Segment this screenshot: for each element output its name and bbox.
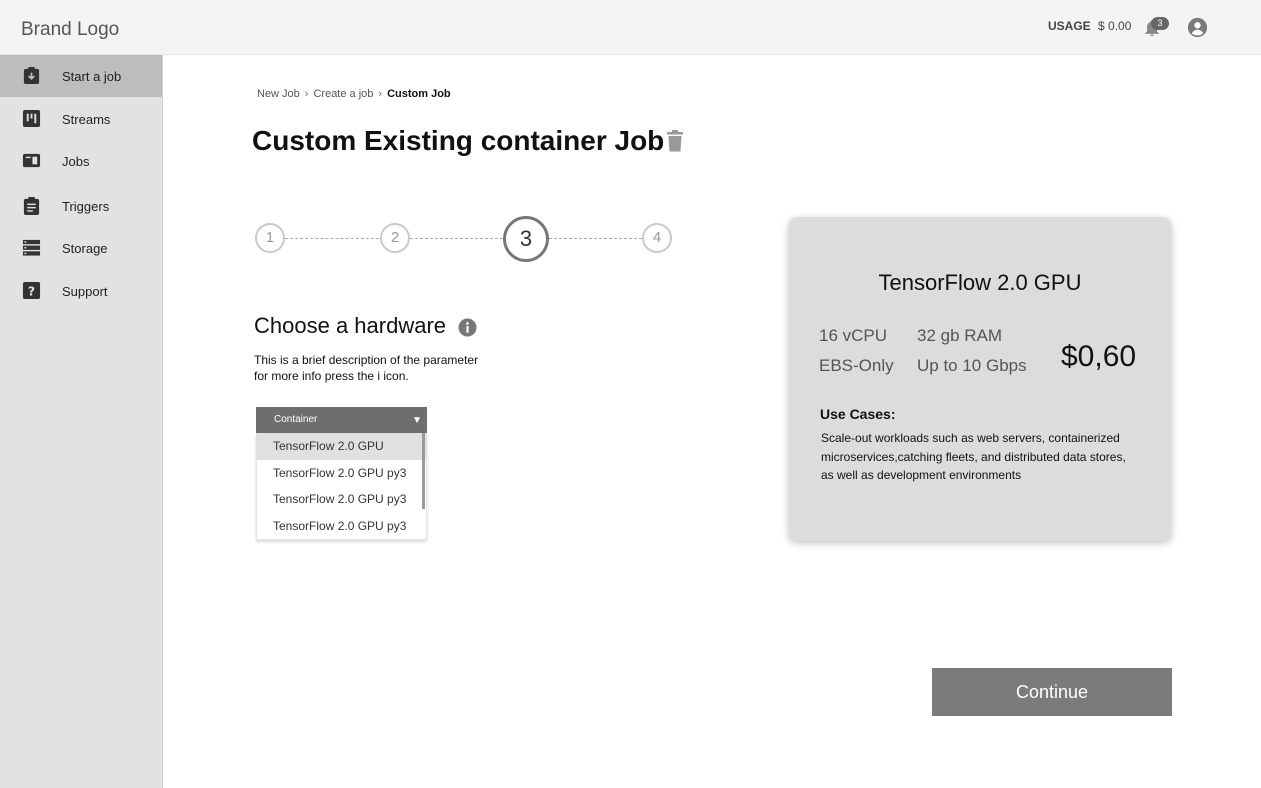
sidebar-item-streams[interactable]: Streams	[0, 98, 162, 140]
usage-value: $ 0.00	[1098, 19, 1132, 33]
sidebar-item-label: Support	[62, 284, 108, 299]
sidebar-item-label: Jobs	[62, 154, 90, 169]
spec-network: Up to 10 Gbps	[917, 356, 1027, 375]
section-description: This is a brief description of the param…	[254, 353, 479, 383]
sidebar: Start a job Streams Jobs Triggers Storag…	[0, 55, 163, 788]
dropdown-label: Container	[274, 414, 318, 425]
step-indicator: 1 2 3 4	[255, 216, 675, 262]
svg-text:?: ?	[28, 284, 35, 298]
section-title: Choose a hardware	[254, 313, 447, 338]
step-3-current[interactable]: 3	[503, 216, 549, 262]
streams-icon	[22, 109, 41, 128]
sidebar-item-label: Start a job	[62, 69, 122, 84]
sidebar-item-support[interactable]: ? Support	[0, 270, 162, 312]
card-title: TensorFlow 2.0 GPU	[878, 270, 1082, 295]
use-cases-title: Use Cases:	[820, 406, 896, 422]
step-connector	[410, 238, 503, 239]
info-icon[interactable]	[458, 318, 477, 337]
dropdown-list: TensorFlow 2.0 GPU TensorFlow 2.0 GPU py…	[256, 433, 427, 540]
sidebar-item-label: Triggers	[62, 199, 110, 214]
sidebar-item-label: Storage	[62, 241, 108, 256]
dropdown-option[interactable]: TensorFlow 2.0 GPU py3	[257, 460, 426, 487]
breadcrumb: New Job › Create a job › Custom Job	[257, 88, 451, 100]
spec-storage: EBS-Only	[819, 356, 894, 375]
top-bar: Brand Logo USAGE $ 0.00 3	[0, 0, 1261, 55]
step-2[interactable]: 2	[380, 223, 410, 253]
sidebar-item-storage[interactable]: Storage	[0, 227, 162, 269]
notification-badge: 3	[1151, 17, 1169, 30]
caret-down-icon: ▼	[412, 415, 422, 426]
chevron-right-icon: ›	[304, 88, 309, 100]
dropdown-header[interactable]: Container ▼	[256, 407, 427, 433]
user-avatar-icon[interactable]	[1187, 17, 1208, 38]
step-connector	[549, 238, 642, 239]
sidebar-item-start-a-job[interactable]: Start a job	[0, 55, 162, 97]
brand-logo[interactable]: Brand Logo	[21, 19, 119, 41]
price: $0,60	[1061, 340, 1137, 373]
spec-ram: 32 gb RAM	[917, 326, 1003, 345]
breadcrumb-new-job[interactable]: New Job	[257, 88, 300, 100]
breadcrumb-create-a-job[interactable]: Create a job	[313, 88, 373, 100]
clipboard-download-icon	[23, 66, 40, 85]
jobs-icon	[22, 153, 41, 168]
container-dropdown[interactable]: Container ▼ TensorFlow 2.0 GPU TensorFlo…	[256, 407, 427, 540]
dropdown-scrollbar[interactable]	[422, 433, 425, 509]
breadcrumb-custom-job: Custom Job	[387, 88, 451, 100]
continue-button[interactable]: Continue	[932, 668, 1172, 716]
usage-label: USAGE	[1048, 19, 1091, 33]
sidebar-item-triggers[interactable]: Triggers	[0, 185, 162, 227]
use-cases-text: Scale-out workloads such as web servers,…	[821, 431, 1126, 482]
step-connector	[285, 238, 379, 239]
chevron-right-icon: ›	[378, 88, 383, 100]
dropdown-option[interactable]: TensorFlow 2.0 GPU	[257, 433, 426, 460]
usage-indicator: USAGE $ 0.00	[1048, 19, 1131, 33]
step-4[interactable]: 4	[642, 223, 672, 253]
help-icon: ?	[22, 281, 41, 300]
sidebar-item-jobs[interactable]: Jobs	[0, 140, 162, 182]
dropdown-option[interactable]: TensorFlow 2.0 GPU py3	[257, 513, 426, 540]
dropdown-option[interactable]: TensorFlow 2.0 GPU py3	[257, 486, 426, 513]
sidebar-item-label: Streams	[62, 112, 111, 127]
clipboard-list-icon	[23, 196, 40, 215]
hardware-summary-card: TensorFlow 2.0 GPU 16 vCPU 32 gb RAM EBS…	[789, 217, 1171, 541]
storage-icon	[22, 239, 41, 256]
spec-cpu: 16 vCPU	[819, 326, 888, 345]
page-title: Custom Existing container Job	[252, 125, 665, 156]
step-1[interactable]: 1	[255, 223, 285, 253]
trash-icon[interactable]	[667, 130, 683, 152]
